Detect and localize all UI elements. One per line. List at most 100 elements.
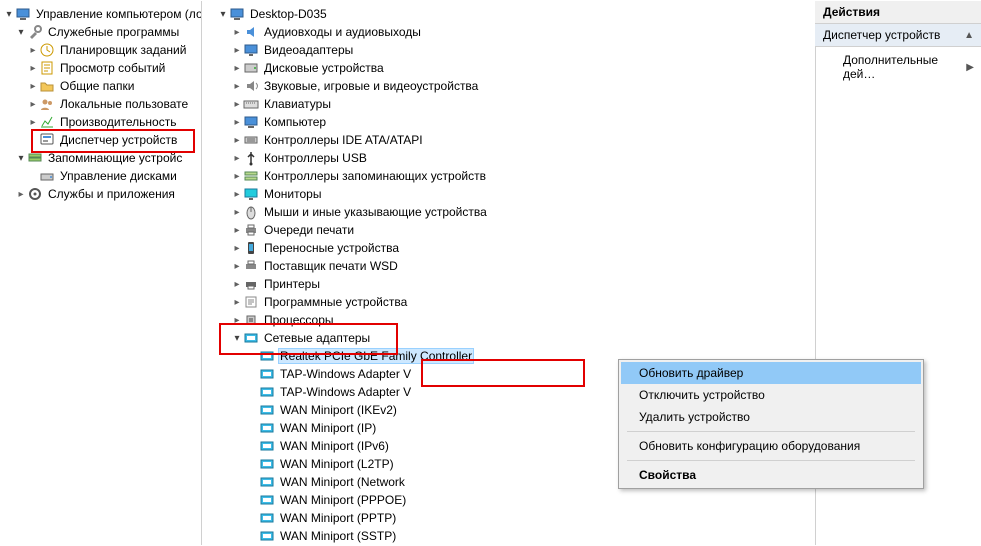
left-panel: Управление компьютером (ло Служебные про… xyxy=(1,1,202,545)
caret-icon[interactable] xyxy=(231,225,243,236)
net-dev-icon xyxy=(259,420,275,436)
display-icon xyxy=(243,42,259,58)
caret-icon[interactable] xyxy=(231,189,243,200)
device-category[interactable]: Компьютер xyxy=(201,113,815,131)
net-device[interactable]: WAN Miniport (SSTP) xyxy=(201,527,815,545)
tree-label: Клавиатуры xyxy=(262,97,333,111)
caret-icon[interactable] xyxy=(27,117,39,128)
actions-more[interactable]: Дополнительные дей… ▶ xyxy=(815,47,981,87)
tree-label: Desktop-D035 xyxy=(248,7,329,21)
caret-icon[interactable] xyxy=(217,9,229,20)
collapse-icon[interactable]: ▲ xyxy=(964,30,974,41)
storage2-icon xyxy=(243,168,259,184)
caret-icon[interactable] xyxy=(231,63,243,74)
device-category[interactable]: Мониторы xyxy=(201,185,815,203)
caret-icon[interactable] xyxy=(231,171,243,182)
caret-icon[interactable] xyxy=(231,27,243,38)
device-category[interactable]: Видеоадаптеры xyxy=(201,41,815,59)
net-device[interactable]: WAN Miniport (PPTP) xyxy=(201,509,815,527)
tree-label: Управление дисками xyxy=(58,169,179,183)
tree-item[interactable]: Планировщик заданий xyxy=(1,41,201,59)
tree-storage[interactable]: Запоминающие устройс xyxy=(1,149,201,167)
caret-icon[interactable] xyxy=(27,99,39,110)
device-category[interactable]: Клавиатуры xyxy=(201,95,815,113)
menu-item[interactable]: Свойства xyxy=(621,464,921,486)
tree-label: Очереди печати xyxy=(262,223,356,237)
caret-icon[interactable] xyxy=(27,63,39,74)
tree-root[interactable]: Управление компьютером (ло xyxy=(1,5,201,23)
caret-icon[interactable] xyxy=(3,9,15,20)
caret-icon[interactable] xyxy=(231,315,243,326)
device-category[interactable]: Процессоры xyxy=(201,311,815,329)
actions-item-label: Дополнительные дей… xyxy=(843,53,966,81)
device-category[interactable]: Принтеры xyxy=(201,275,815,293)
tree-item[interactable]: Производительность xyxy=(1,113,201,131)
context-menu: Обновить драйверОтключить устройствоУдал… xyxy=(618,359,924,489)
caret-icon[interactable] xyxy=(15,27,27,38)
actions-header: Действия xyxy=(815,1,981,24)
tree-label: Сетевые адаптеры xyxy=(262,331,372,345)
menu-item[interactable]: Удалить устройство xyxy=(621,406,921,428)
tree-label: Диспетчер устройств xyxy=(58,133,179,147)
menu-item[interactable]: Отключить устройство xyxy=(621,384,921,406)
net-dev-icon xyxy=(259,384,275,400)
menu-separator xyxy=(627,431,915,432)
device-category[interactable]: Переносные устройства xyxy=(201,239,815,257)
disk-icon xyxy=(39,168,55,184)
caret-icon[interactable] xyxy=(27,81,39,92)
caret-icon[interactable] xyxy=(231,297,243,308)
caret-icon[interactable] xyxy=(231,207,243,218)
actions-section[interactable]: Диспетчер устройств ▲ xyxy=(815,24,981,47)
tree-label: WAN Miniport (PPPOE) xyxy=(278,493,408,507)
device-category[interactable]: Аудиовходы и аудиовыходы xyxy=(201,23,815,41)
caret-icon[interactable] xyxy=(27,45,39,56)
device-category[interactable]: Контроллеры запоминающих устройств xyxy=(201,167,815,185)
tree-item[interactable]: Локальные пользовате xyxy=(1,95,201,113)
tree-item[interactable]: Общие папки xyxy=(1,77,201,95)
caret-icon[interactable] xyxy=(231,261,243,272)
tree-label: Поставщик печати WSD xyxy=(262,259,400,273)
caret-icon[interactable] xyxy=(231,45,243,56)
device-category[interactable]: Очереди печати xyxy=(201,221,815,239)
caret-icon[interactable] xyxy=(231,153,243,164)
tree-label: TAP-Windows Adapter V xyxy=(278,367,413,381)
tree-device-manager[interactable]: Диспетчер устройств xyxy=(1,131,201,149)
tree-net-adapters[interactable]: Сетевые адаптеры xyxy=(201,329,815,347)
mgmt-tree: Управление компьютером (ло Служебные про… xyxy=(1,1,201,207)
tree-services[interactable]: Служебные программы xyxy=(1,23,201,41)
net-device[interactable]: WAN Miniport (PPPOE) xyxy=(201,491,815,509)
tree-item[interactable]: Просмотр событий xyxy=(1,59,201,77)
tree-svc-apps[interactable]: Службы и приложения xyxy=(1,185,201,203)
tree-disk-mgr[interactable]: Управление дисками xyxy=(1,167,201,185)
caret-icon[interactable] xyxy=(15,153,27,164)
caret-icon[interactable] xyxy=(231,333,243,344)
device-category[interactable]: Звуковые, игровые и видеоустройства xyxy=(201,77,815,95)
device-category[interactable]: Программные устройства xyxy=(201,293,815,311)
caret-icon[interactable] xyxy=(231,279,243,290)
tree-label: Процессоры xyxy=(262,313,336,327)
caret-icon[interactable] xyxy=(231,135,243,146)
caret-icon[interactable] xyxy=(231,99,243,110)
menu-item[interactable]: Обновить конфигурацию оборудования xyxy=(621,435,921,457)
printer3-icon xyxy=(243,276,259,292)
caret-icon[interactable] xyxy=(231,243,243,254)
devmgr-icon xyxy=(39,132,55,148)
device-category[interactable]: Мыши и иные указывающие устройства xyxy=(201,203,815,221)
printer2-icon xyxy=(243,258,259,274)
device-category[interactable]: Контроллеры IDE ATA/ATAPI xyxy=(201,131,815,149)
tree-label: Производительность xyxy=(58,115,178,129)
net-dev-icon xyxy=(259,348,275,364)
device-root[interactable]: Desktop-D035 xyxy=(201,5,815,23)
device-category[interactable]: Дисковые устройства xyxy=(201,59,815,77)
folder-share-icon xyxy=(39,78,55,94)
net-dev-icon xyxy=(259,438,275,454)
menu-item[interactable]: Обновить драйвер xyxy=(621,362,921,384)
device-category[interactable]: Контроллеры USB xyxy=(201,149,815,167)
net-dev-icon xyxy=(259,456,275,472)
caret-icon[interactable] xyxy=(15,189,27,200)
tree-label: Запоминающие устройс xyxy=(46,151,184,165)
caret-icon[interactable] xyxy=(231,81,243,92)
caret-icon[interactable] xyxy=(231,117,243,128)
net-dev-icon xyxy=(259,474,275,490)
device-category[interactable]: Поставщик печати WSD xyxy=(201,257,815,275)
